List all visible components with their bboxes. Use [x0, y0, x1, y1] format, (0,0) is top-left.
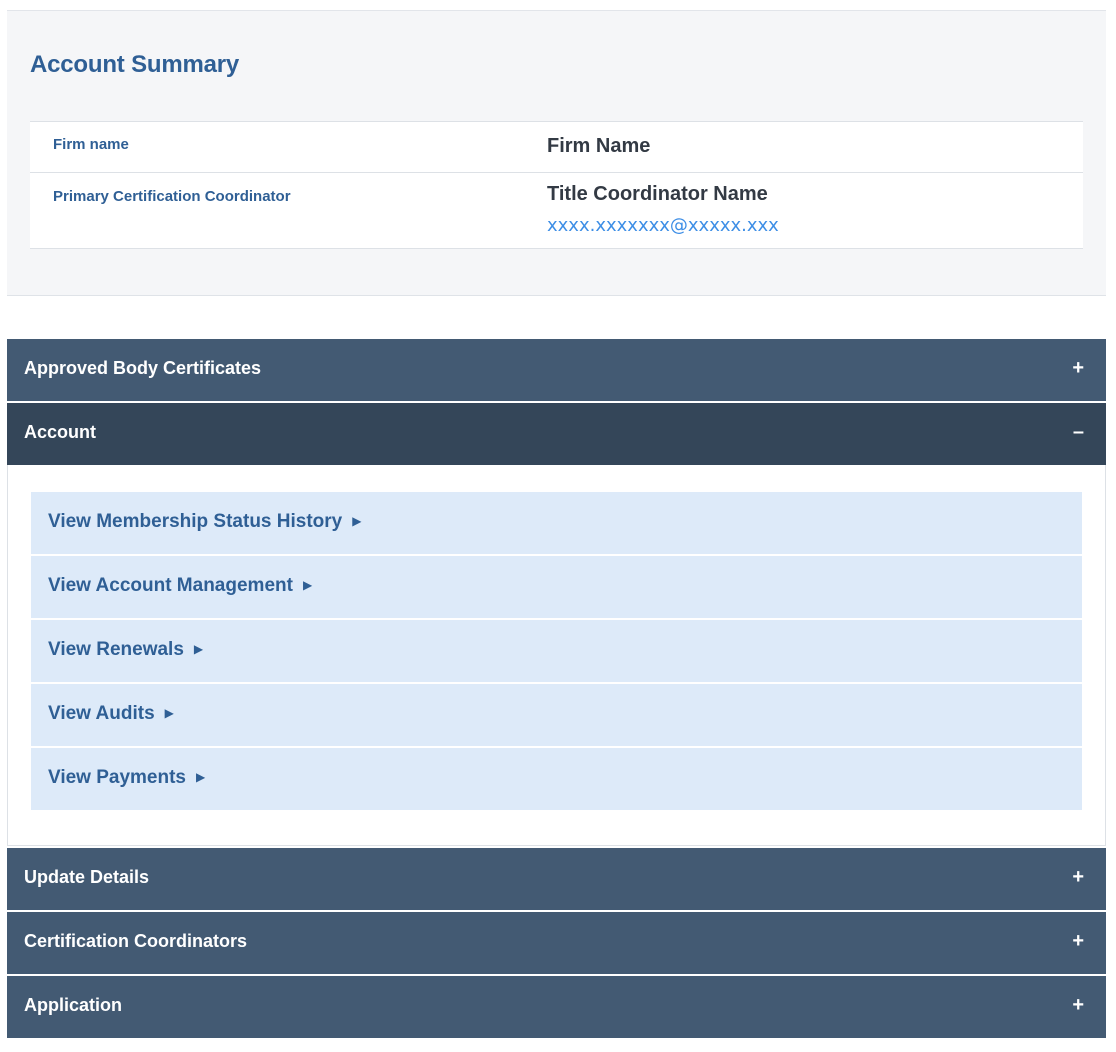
link-label: View Account Management ▶	[48, 575, 313, 596]
account-summary-table: Firm name Firm Name Primary Certificatio…	[30, 121, 1083, 249]
link-view-renewals[interactable]: View Renewals ▶	[31, 620, 1082, 682]
accordion-header-label: Approved Body Certificates	[24, 358, 262, 378]
firm-name-value: Firm Name	[547, 135, 651, 157]
collapse-icon[interactable]: –	[1073, 421, 1084, 444]
link-view-audits[interactable]: View Audits ▶	[31, 684, 1082, 746]
primary-coordinator-label: Primary Certification Coordinator	[53, 188, 291, 205]
link-view-account-management[interactable]: View Account Management ▶	[31, 556, 1082, 618]
link-view-membership-status-history[interactable]: View Membership Status History ▶	[31, 492, 1082, 554]
link-label: View Audits ▶	[48, 703, 174, 724]
accordion-header-application[interactable]: Application +	[7, 976, 1106, 1038]
link-label: View Payments ▶	[48, 767, 206, 788]
accordion-header-label: Account	[24, 422, 96, 442]
summary-row-primary-coordinator: Primary Certification Coordinator Title …	[30, 173, 1083, 249]
summary-row-firm-name: Firm name Firm Name	[30, 122, 1083, 173]
expand-icon[interactable]: +	[1072, 357, 1084, 380]
expand-icon[interactable]: +	[1072, 994, 1084, 1017]
link-label: View Renewals ▶	[48, 639, 204, 660]
link-view-payments[interactable]: View Payments ▶	[31, 748, 1082, 810]
primary-coordinator-email-link[interactable]: xxxx.xxxxxxx@xxxxx.xxx	[547, 215, 779, 236]
arrow-right-icon: ▶	[164, 706, 174, 720]
account-accordion: Approved Body Certificates + Account – V…	[7, 339, 1106, 1040]
accordion-header-account[interactable]: Account –	[7, 403, 1106, 465]
primary-coordinator-name: Title Coordinator Name	[547, 183, 768, 205]
arrow-right-icon: ▶	[352, 514, 362, 528]
account-summary-panel: Account Summary Firm name Firm Name Prim…	[7, 10, 1106, 296]
accordion-header-update-details[interactable]: Update Details +	[7, 848, 1106, 910]
accordion-header-approved-body-certificates[interactable]: Approved Body Certificates +	[7, 339, 1106, 401]
accordion-header-certification-coordinators[interactable]: Certification Coordinators +	[7, 912, 1106, 974]
arrow-right-icon: ▶	[193, 642, 204, 656]
firm-name-label: Firm name	[53, 136, 129, 153]
account-summary-title: Account Summary	[30, 51, 240, 78]
expand-icon[interactable]: +	[1072, 866, 1084, 889]
accordion-header-label: Certification Coordinators	[24, 931, 248, 951]
link-label: View Membership Status History ▶	[48, 511, 362, 532]
arrow-right-icon: ▶	[302, 578, 313, 592]
accordion-header-label: Application	[24, 995, 122, 1015]
arrow-right-icon: ▶	[196, 770, 206, 784]
expand-icon[interactable]: +	[1072, 930, 1084, 953]
accordion-header-label: Update Details	[24, 867, 150, 887]
accordion-body-account: View Membership Status History ▶ View Acc…	[7, 465, 1106, 846]
